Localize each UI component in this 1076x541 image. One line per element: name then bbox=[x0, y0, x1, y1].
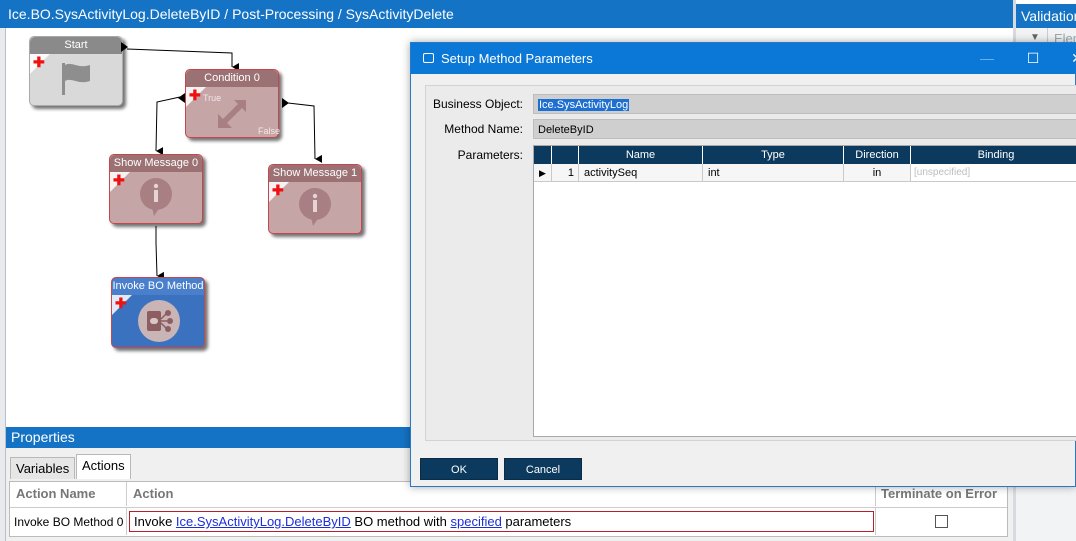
window-icon bbox=[423, 53, 434, 63]
dialog-title: Setup Method Parameters bbox=[441, 51, 593, 66]
add-plus-icon[interactable]: ✚ bbox=[115, 296, 127, 310]
param-index-cell: 1 bbox=[552, 164, 579, 182]
param-name-cell[interactable]: activitySeq bbox=[579, 164, 703, 182]
show-message-0-label: Show Message 0 bbox=[110, 155, 202, 172]
ok-button[interactable]: OK bbox=[420, 458, 498, 480]
condition-right-arrow-icon bbox=[282, 98, 289, 108]
info-message-icon bbox=[299, 188, 331, 226]
flag-icon bbox=[62, 63, 90, 95]
maximize-button[interactable]: ☐ bbox=[1013, 43, 1053, 74]
action-name-cell[interactable]: Invoke BO Method 0 bbox=[10, 507, 127, 535]
add-plus-icon[interactable]: ✚ bbox=[189, 88, 201, 102]
action-middle: BO method with bbox=[350, 514, 451, 529]
window-title: Ice.BO.SysActivityLog.DeleteByID / Post-… bbox=[0, 0, 1013, 28]
condition-arrows-icon bbox=[218, 100, 246, 128]
condition-left-arrow-icon bbox=[178, 93, 185, 103]
invoke-bo-method-label: Invoke BO Method bbox=[112, 278, 204, 295]
column-header-name[interactable]: Name bbox=[579, 146, 703, 164]
minimize-button[interactable]: — bbox=[967, 43, 1007, 74]
dialog-title-bar[interactable]: Setup Method Parameters — ☐ ✕ bbox=[411, 43, 1076, 74]
close-button[interactable]: ✕ bbox=[1057, 43, 1076, 74]
business-object-label: Business Object: bbox=[432, 97, 523, 111]
column-header-binding[interactable]: Binding bbox=[911, 146, 1076, 164]
column-header-type[interactable]: Type bbox=[703, 146, 844, 164]
action-prefix: Invoke bbox=[134, 514, 176, 529]
parameters-label: Parameters: bbox=[457, 148, 523, 162]
condition-node-label: Condition 0 bbox=[186, 70, 278, 87]
condition-node[interactable]: Condition 0 ✚ True False bbox=[185, 69, 281, 138]
start-output-arrow-icon bbox=[121, 42, 128, 52]
add-plus-icon[interactable]: ✚ bbox=[272, 183, 284, 197]
setup-method-parameters-dialog: Setup Method Parameters — ☐ ✕ Business O… bbox=[410, 42, 1076, 487]
condition-false-label: False bbox=[258, 126, 281, 136]
row-selector-header bbox=[534, 146, 552, 164]
cancel-button[interactable]: Cancel bbox=[504, 458, 582, 480]
action-suffix: parameters bbox=[501, 514, 572, 529]
validation-panel-title: Validation bbox=[1016, 4, 1076, 28]
method-name-label: Method Name: bbox=[444, 122, 523, 136]
bo-method-icon bbox=[138, 300, 180, 342]
business-object-value: Ice.SysActivityLog bbox=[538, 99, 630, 111]
actions-grid: Action Name Action Terminate on Error In… bbox=[9, 481, 1008, 537]
parameters-grid: Name Type Direction Binding ▶ 1 activity… bbox=[533, 145, 1076, 437]
column-header-action-name[interactable]: Action Name bbox=[10, 482, 127, 506]
add-plus-icon[interactable]: ✚ bbox=[113, 173, 125, 187]
start-node[interactable]: Start ✚ bbox=[29, 36, 123, 106]
param-binding-cell[interactable]: [unspecified] bbox=[911, 164, 1076, 182]
invoke-bo-method-node[interactable]: Invoke BO Method ✚ bbox=[111, 277, 205, 348]
param-type-cell[interactable]: int bbox=[703, 164, 844, 182]
info-message-icon bbox=[140, 178, 172, 216]
tab-actions[interactable]: Actions bbox=[76, 454, 131, 479]
business-object-field[interactable]: Ice.SysActivityLog bbox=[533, 94, 1076, 114]
start-node-label: Start bbox=[30, 37, 122, 54]
column-header-direction[interactable]: Direction bbox=[844, 146, 911, 164]
bo-method-link[interactable]: Ice.SysActivityLog.DeleteByID bbox=[176, 514, 351, 529]
parameters-link[interactable]: specified bbox=[451, 514, 502, 529]
index-header bbox=[552, 146, 579, 164]
add-plus-icon[interactable]: ✚ bbox=[33, 55, 45, 69]
show-message-1-node[interactable]: Show Message 1 ✚ bbox=[268, 164, 362, 234]
param-direction-cell[interactable]: in bbox=[844, 164, 911, 182]
show-message-0-node[interactable]: Show Message 0 ✚ bbox=[109, 154, 203, 224]
show-message-1-label: Show Message 1 bbox=[269, 165, 361, 182]
row-selector-indicator[interactable]: ▶ bbox=[534, 164, 552, 182]
tab-variables[interactable]: Variables bbox=[10, 457, 76, 479]
method-name-field[interactable]: DeleteByID bbox=[533, 119, 1076, 139]
action-description[interactable]: Invoke Ice.SysActivityLog.DeleteByID BO … bbox=[129, 511, 874, 532]
terminate-on-error-checkbox[interactable] bbox=[935, 515, 948, 528]
